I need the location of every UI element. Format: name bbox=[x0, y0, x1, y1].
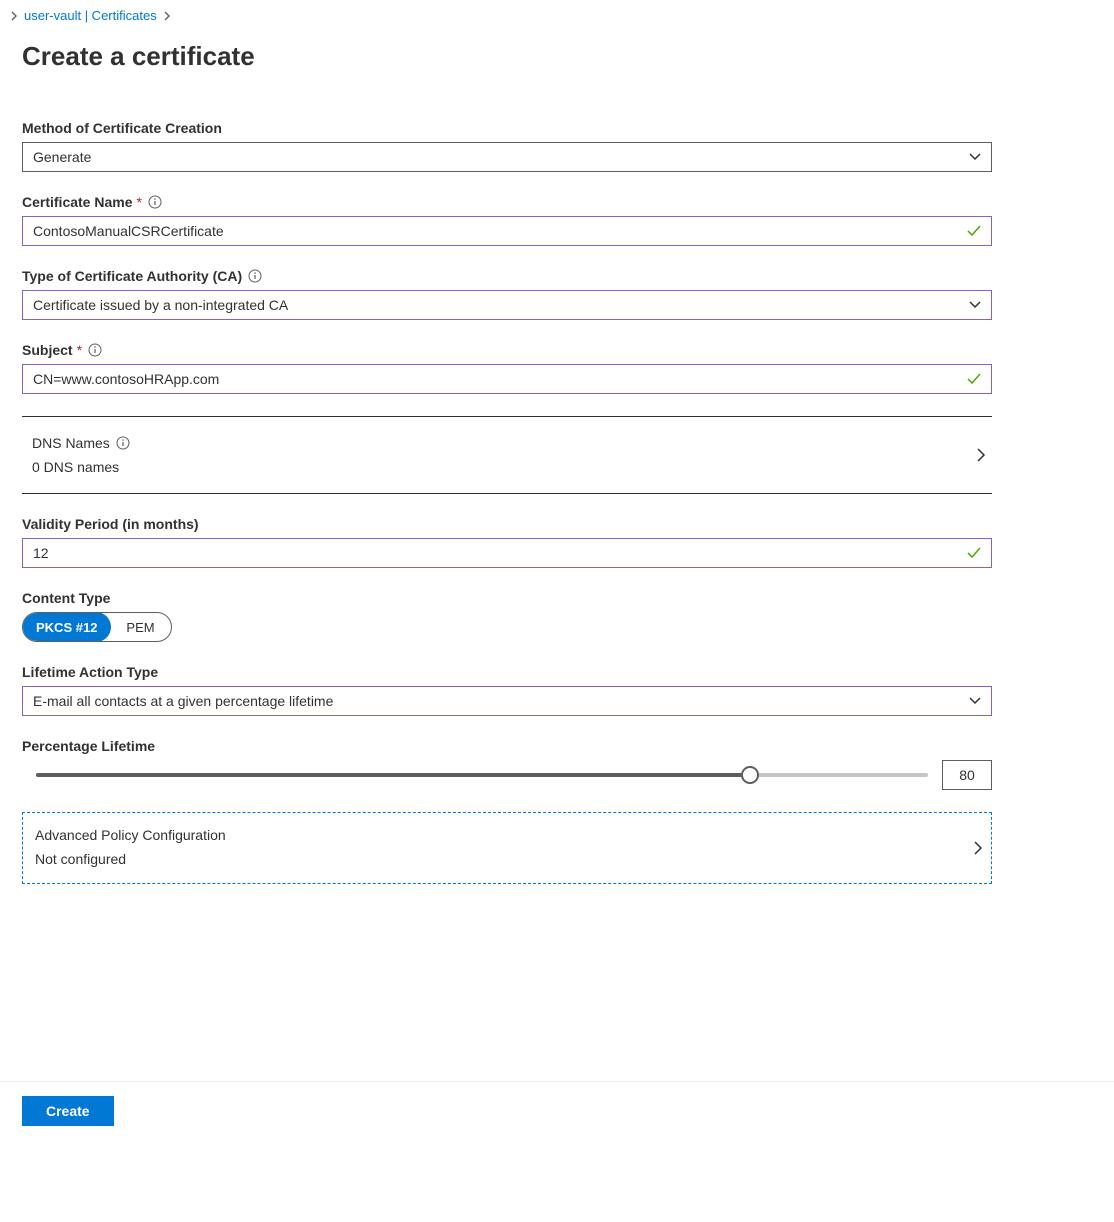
method-value: Generate bbox=[33, 149, 91, 165]
check-icon bbox=[967, 225, 981, 237]
subject-label-text: Subject bbox=[22, 342, 73, 358]
content-type-option-pem[interactable]: PEM bbox=[110, 613, 170, 641]
breadcrumb: user-vault | Certificates bbox=[10, 8, 1092, 23]
content-type-label-text: Content Type bbox=[22, 590, 110, 606]
required-star: * bbox=[137, 194, 142, 210]
advanced-policy-label: Advanced Policy Configuration bbox=[35, 827, 979, 843]
dns-names-label-text: DNS Names bbox=[32, 435, 110, 451]
cert-name-label-text: Certificate Name bbox=[22, 194, 133, 210]
chevron-right-icon bbox=[973, 840, 983, 856]
slider-thumb[interactable] bbox=[741, 766, 759, 784]
content-type-label: Content Type bbox=[22, 590, 1092, 606]
info-icon[interactable] bbox=[248, 269, 262, 283]
method-select[interactable]: Generate bbox=[22, 142, 992, 172]
chevron-down-icon bbox=[969, 153, 981, 161]
ca-type-label: Type of Certificate Authority (CA) bbox=[22, 268, 1092, 284]
required-star: * bbox=[77, 342, 82, 358]
lifetime-action-label: Lifetime Action Type bbox=[22, 664, 1092, 680]
advanced-policy-value: Not configured bbox=[35, 851, 979, 867]
lifetime-action-select[interactable]: E-mail all contacts at a given percentag… bbox=[22, 686, 992, 716]
lifetime-action-value: E-mail all contacts at a given percentag… bbox=[33, 693, 333, 709]
create-button[interactable]: Create bbox=[22, 1096, 114, 1126]
percentage-slider[interactable] bbox=[36, 773, 928, 777]
content-type-option-pkcs12[interactable]: PKCS #12 bbox=[22, 612, 111, 642]
content-type-toggle: PKCS #12 PEM bbox=[22, 612, 172, 642]
chevron-right-icon bbox=[10, 11, 18, 21]
validity-label-text: Validity Period (in months) bbox=[22, 516, 199, 532]
info-icon[interactable] bbox=[116, 436, 130, 450]
validity-label: Validity Period (in months) bbox=[22, 516, 1092, 532]
info-icon[interactable] bbox=[148, 195, 162, 209]
chevron-right-icon bbox=[976, 447, 986, 463]
cert-name-input[interactable] bbox=[33, 223, 981, 239]
chevron-down-icon bbox=[969, 301, 981, 309]
method-label-text: Method of Certificate Creation bbox=[22, 120, 222, 136]
cert-name-input-wrapper bbox=[22, 216, 992, 246]
dns-names-value: 0 DNS names bbox=[32, 459, 982, 475]
dns-names-section[interactable]: DNS Names 0 DNS names bbox=[22, 416, 992, 494]
percentage-label-text: Percentage Lifetime bbox=[22, 738, 155, 754]
check-icon bbox=[967, 373, 981, 385]
ca-type-label-text: Type of Certificate Authority (CA) bbox=[22, 268, 242, 284]
slider-fill bbox=[36, 773, 750, 777]
percentage-value-box[interactable]: 80 bbox=[942, 760, 992, 790]
subject-input-wrapper bbox=[22, 364, 992, 394]
dns-names-label: DNS Names bbox=[32, 435, 982, 451]
info-icon[interactable] bbox=[88, 343, 102, 357]
footer-bar: Create bbox=[0, 1081, 1114, 1140]
ca-type-value: Certificate issued by a non-integrated C… bbox=[33, 297, 288, 313]
subject-label: Subject * bbox=[22, 342, 1092, 358]
percentage-label: Percentage Lifetime bbox=[22, 738, 1092, 754]
chevron-down-icon bbox=[969, 697, 981, 705]
lifetime-action-label-text: Lifetime Action Type bbox=[22, 664, 158, 680]
advanced-policy-panel[interactable]: Advanced Policy Configuration Not config… bbox=[22, 812, 992, 884]
chevron-right-icon bbox=[163, 11, 171, 21]
breadcrumb-link[interactable]: user-vault | Certificates bbox=[24, 8, 157, 23]
check-icon bbox=[967, 547, 981, 559]
method-label: Method of Certificate Creation bbox=[22, 120, 1092, 136]
validity-input[interactable] bbox=[33, 545, 981, 561]
validity-input-wrapper bbox=[22, 538, 992, 568]
subject-input[interactable] bbox=[33, 371, 981, 387]
ca-type-select[interactable]: Certificate issued by a non-integrated C… bbox=[22, 290, 992, 320]
page-title: Create a certificate bbox=[22, 41, 1092, 72]
cert-name-label: Certificate Name * bbox=[22, 194, 1092, 210]
